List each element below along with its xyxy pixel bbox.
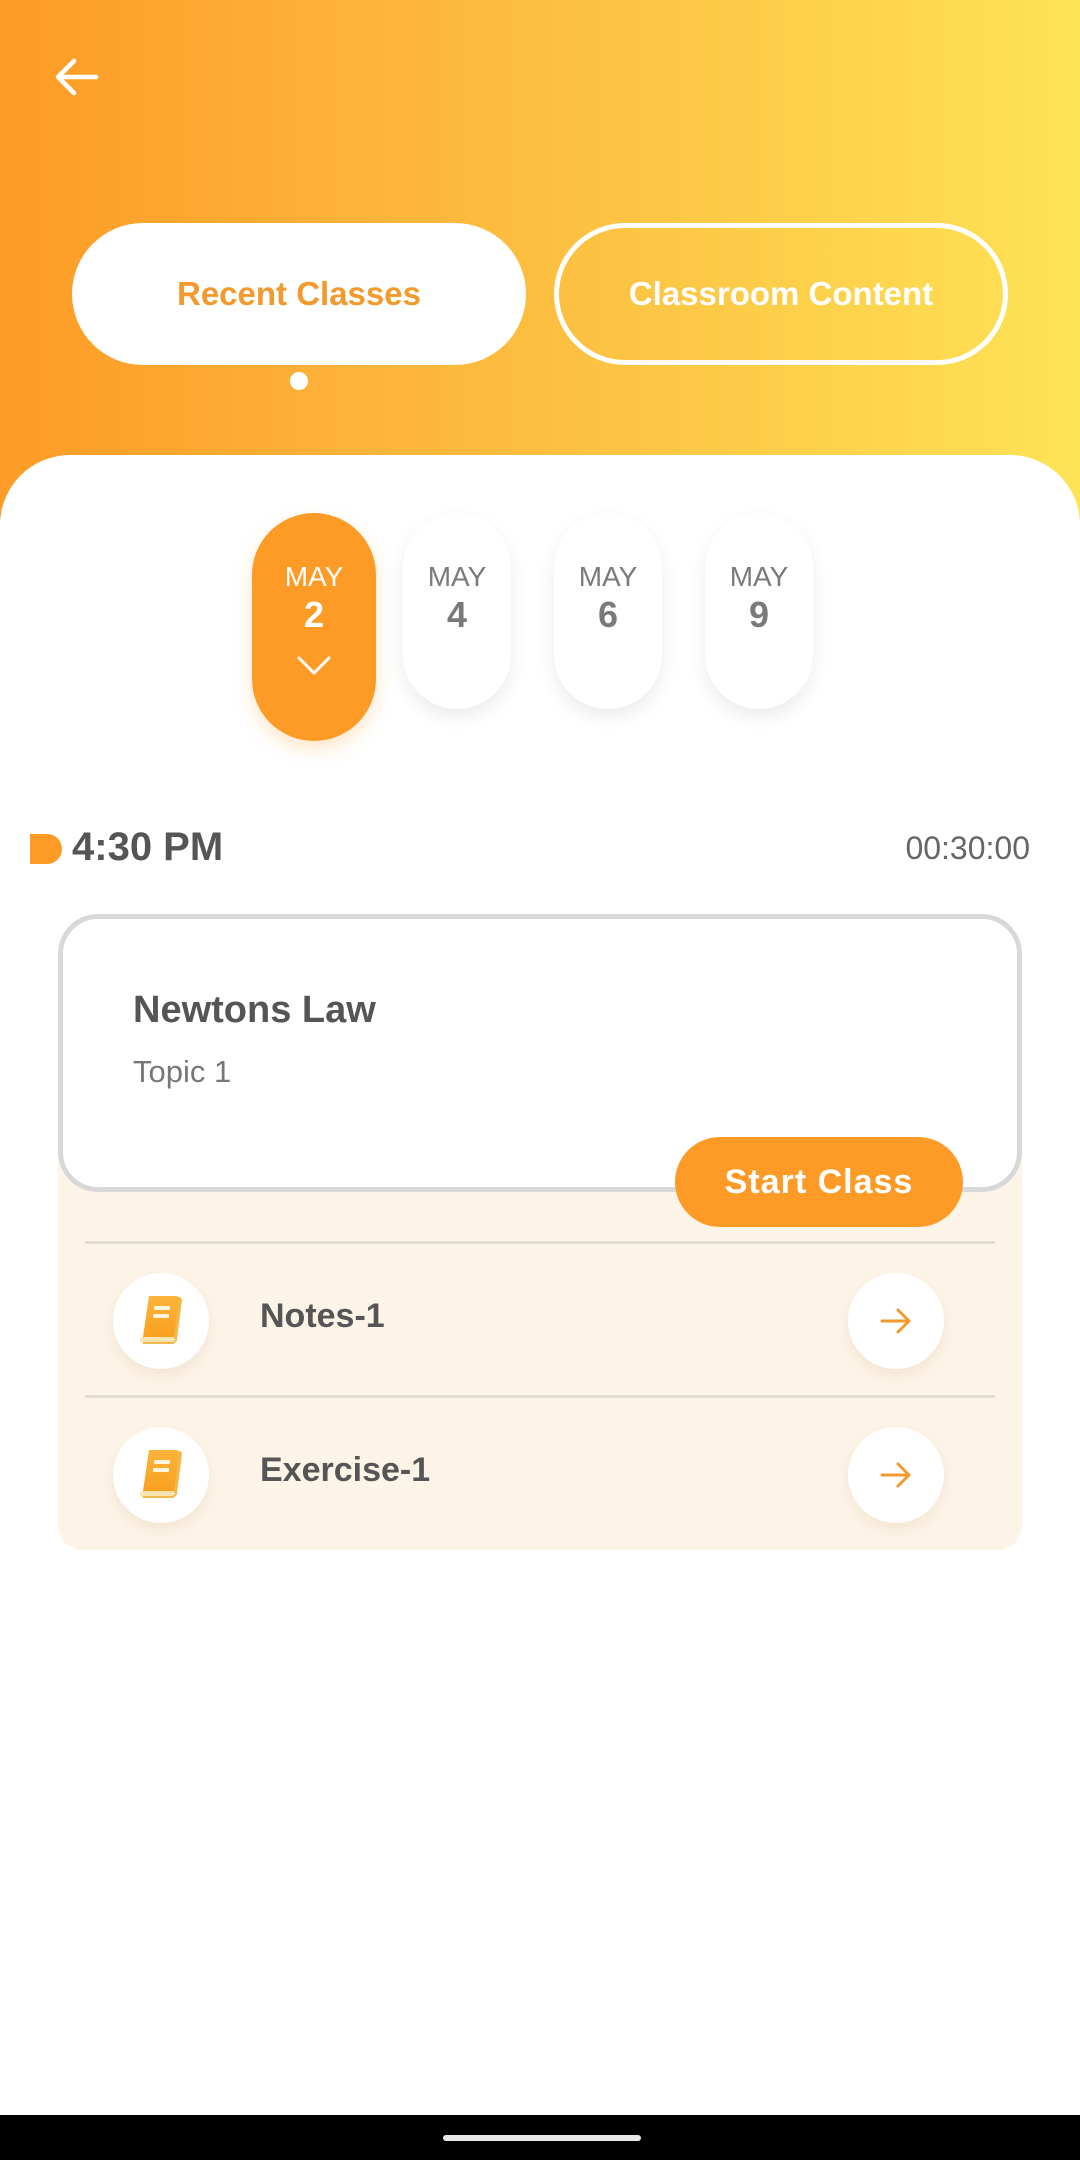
material-label: Notes-1 (260, 1297, 385, 1335)
start-class-label: Start Class (724, 1162, 914, 1201)
date-month: MAY (729, 561, 789, 592)
tab-classroom-content-label: Classroom Content (628, 275, 934, 312)
date-day: 4 (446, 594, 468, 635)
material-icon-wrap (113, 1273, 209, 1369)
open-exercise-button[interactable] (848, 1427, 944, 1523)
date-chip-may-6[interactable]: MAY 6 (554, 513, 662, 709)
date-chip-may-2[interactable]: MAY 2 (252, 513, 376, 741)
date-month: MAY (578, 561, 638, 592)
chevron-down-icon (297, 656, 331, 675)
class-topic: Topic 1 (133, 1054, 232, 1089)
tab-recent-classes-label: Recent Classes (177, 275, 421, 312)
active-tab-indicator (290, 372, 308, 390)
material-item-notes[interactable]: Notes-1 (58, 1245, 1022, 1395)
schedule-row: 4:30 PM 00:30:00 (30, 822, 1050, 872)
tab-classroom-content[interactable]: Classroom Content (554, 223, 1008, 365)
open-notes-button[interactable] (848, 1273, 944, 1369)
class-time: 4:30 PM (72, 825, 224, 869)
divider (85, 1241, 995, 1244)
date-day: 6 (597, 594, 619, 635)
book-icon (140, 1296, 182, 1344)
date-month: MAY (427, 561, 487, 592)
book-icon (140, 1450, 182, 1498)
arrow-left-icon (55, 58, 99, 96)
arrow-right-icon (880, 1462, 911, 1488)
back-button[interactable] (44, 44, 110, 110)
start-class-button[interactable]: Start Class (675, 1137, 963, 1227)
material-icon-wrap (113, 1427, 209, 1523)
home-gesture-handle[interactable] (443, 2135, 641, 2141)
class-title: Newtons Law (133, 989, 376, 1031)
date-day: 9 (748, 594, 770, 635)
time-marker (30, 834, 62, 864)
class-duration: 00:30:00 (905, 830, 1030, 866)
date-month: MAY (284, 561, 344, 592)
date-chip-may-4[interactable]: MAY 4 (403, 513, 511, 709)
tab-recent-classes[interactable]: Recent Classes (72, 223, 526, 365)
material-label: Exercise-1 (260, 1451, 431, 1489)
date-chip-may-9[interactable]: MAY 9 (705, 513, 813, 709)
arrow-right-icon (880, 1308, 911, 1334)
date-day: 2 (303, 594, 325, 635)
divider (85, 1395, 995, 1398)
material-item-exercise[interactable]: Exercise-1 (58, 1399, 1022, 1549)
